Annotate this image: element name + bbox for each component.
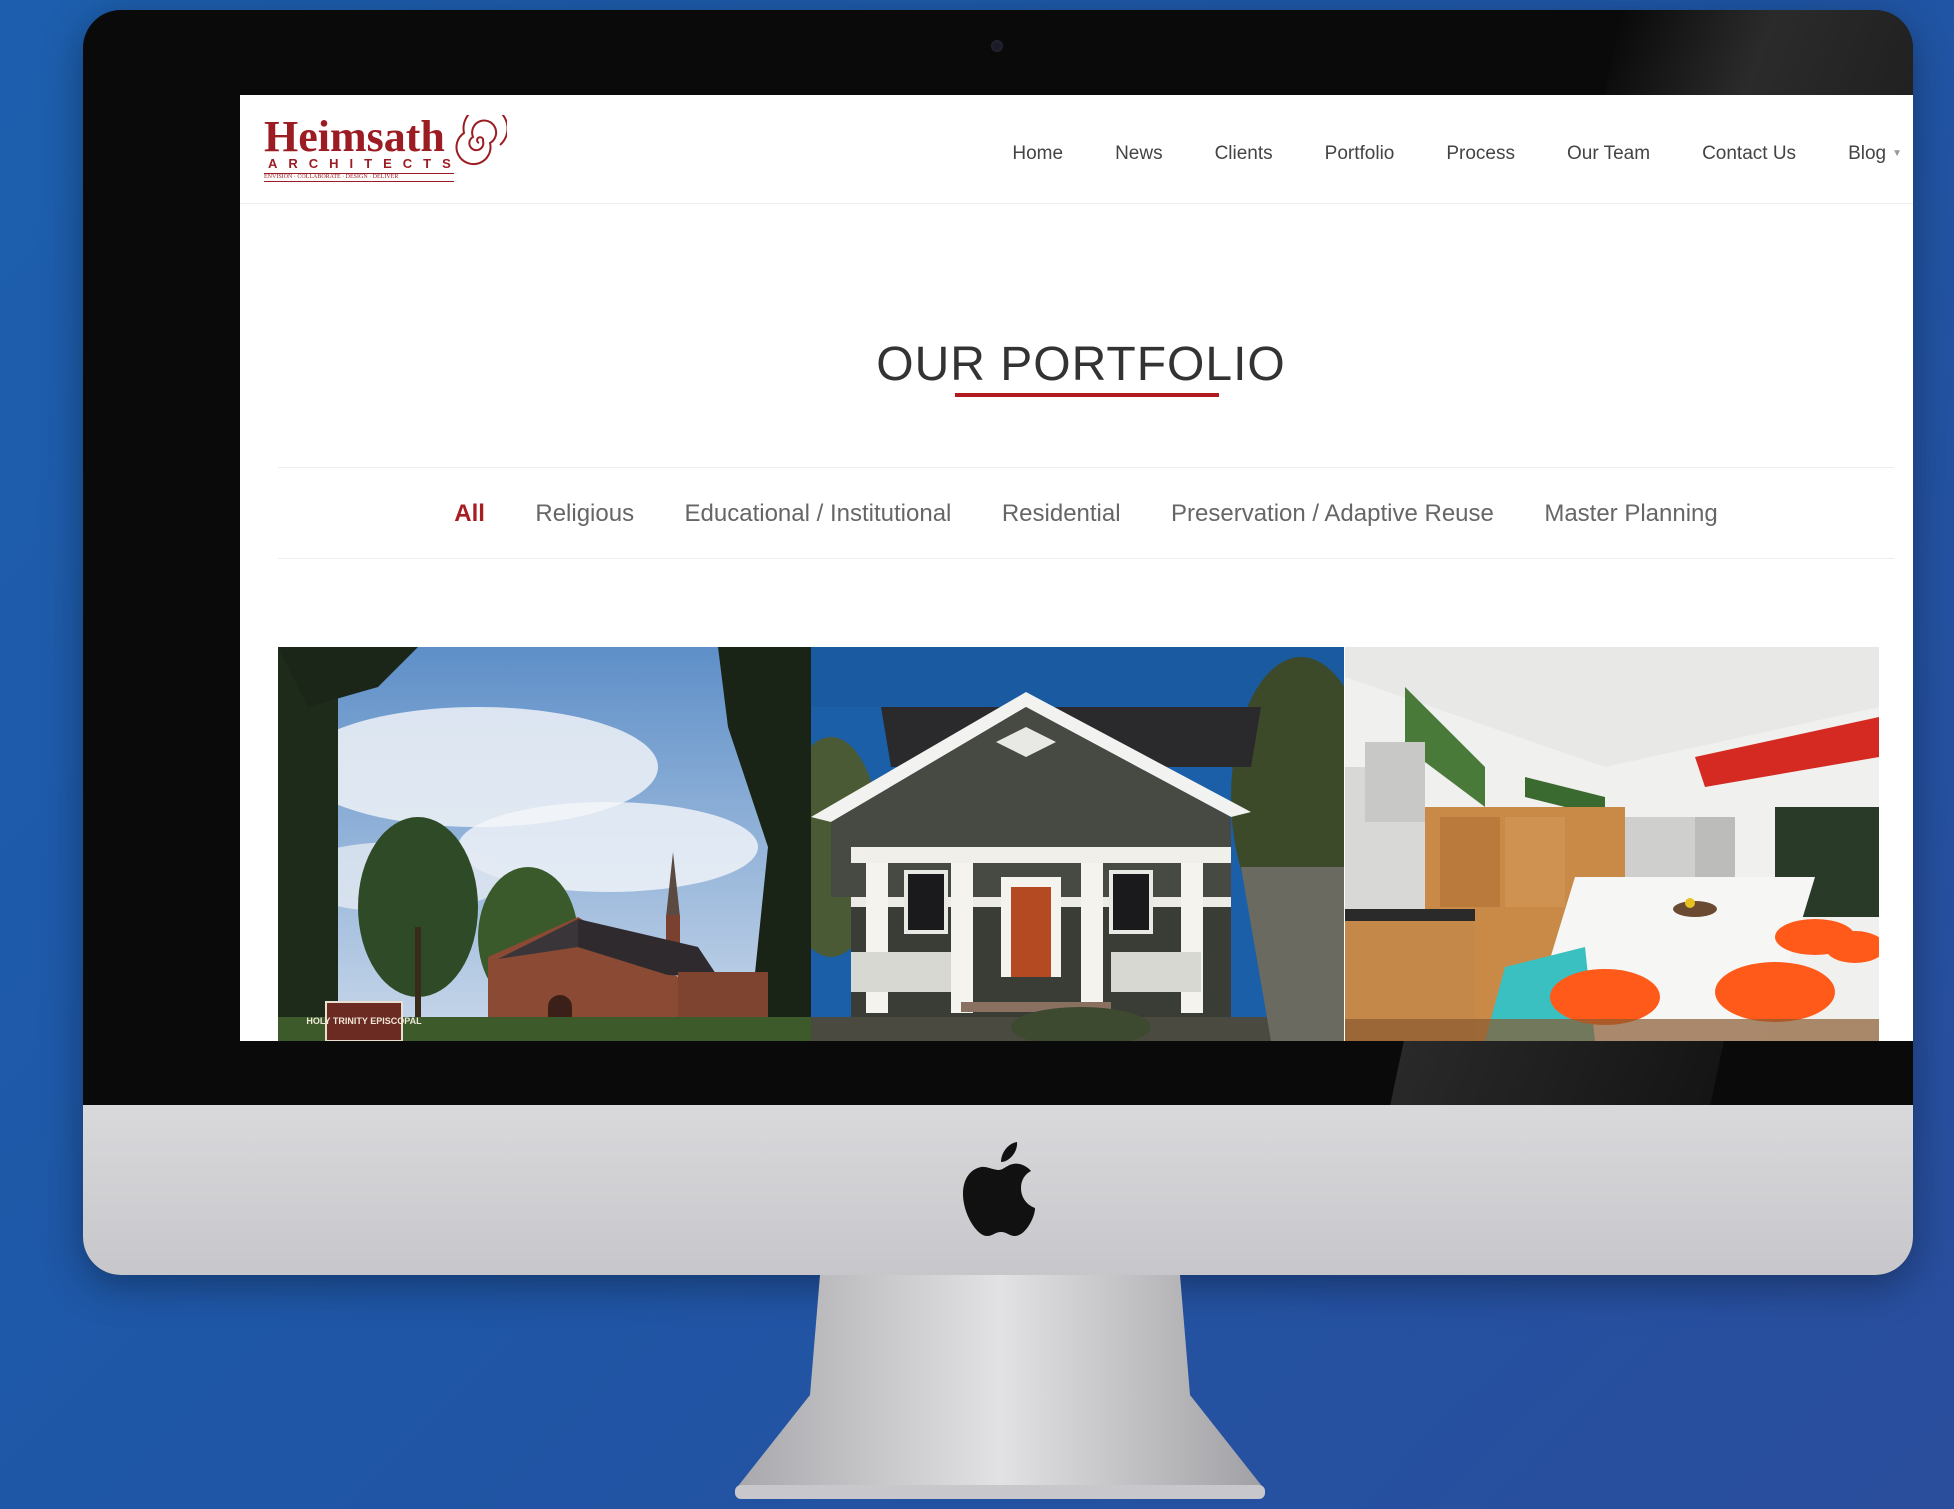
filter-religious[interactable]: Religious	[535, 500, 634, 528]
nav-portfolio[interactable]: Portfolio	[1325, 143, 1395, 165]
imac-stand	[735, 1275, 1265, 1499]
nav-clients[interactable]: Clients	[1215, 143, 1273, 165]
kitchen-image	[1345, 647, 1879, 1041]
church-sign-text: HOLY TRINITY EPISCOPAL	[306, 1016, 422, 1026]
filter-educational[interactable]: Educational / Institutional	[685, 500, 952, 528]
heimsath-logo[interactable]: Heimsath ARCHITECTS ENVISION · COLLABORA…	[264, 113, 509, 185]
spiral-icon	[455, 115, 507, 166]
logo-tagline: ENVISION · COLLABORATE · DESIGN · DELIVE…	[264, 173, 454, 182]
portfolio-item-kitchen[interactable]	[1345, 647, 1879, 1041]
portfolio-gallery: HOLY TRINITY EPISCOPAL	[278, 647, 1879, 1041]
nav-our-team[interactable]: Our Team	[1567, 143, 1650, 165]
church-image: HOLY TRINITY EPISCOPAL	[278, 647, 811, 1041]
main-nav: Home News Clients Portfolio Process Our …	[960, 143, 1902, 165]
filter-list: All Religious Educational / Institutiona…	[278, 500, 1894, 528]
house-image	[811, 647, 1344, 1041]
filter-all[interactable]: All	[454, 500, 485, 528]
nav-blog-label: Blog	[1848, 143, 1887, 165]
portfolio-item-church[interactable]: HOLY TRINITY EPISCOPAL	[278, 647, 811, 1041]
nav-news[interactable]: News	[1115, 143, 1163, 165]
filter-master-planning[interactable]: Master Planning	[1544, 500, 1717, 528]
title-underline	[955, 393, 1219, 397]
portfolio-item-house[interactable]	[811, 647, 1344, 1041]
filter-preservation[interactable]: Preservation / Adaptive Reuse	[1171, 500, 1494, 528]
imac-monitor: Heimsath ARCHITECTS ENVISION · COLLABORA…	[83, 10, 1913, 1275]
nav-home[interactable]: Home	[1012, 143, 1063, 165]
page-title: OUR PORTFOLIO	[876, 338, 1286, 392]
camera-icon	[991, 40, 1003, 52]
logo-subtitle: ARCHITECTS	[268, 156, 462, 171]
portfolio-filter-bar: All Religious Educational / Institutiona…	[278, 467, 1894, 559]
filter-residential[interactable]: Residential	[1002, 500, 1121, 528]
nav-contact-us[interactable]: Contact Us	[1702, 143, 1796, 165]
logo-wordmark: Heimsath	[264, 112, 445, 161]
chevron-down-icon: ▼	[1892, 148, 1902, 159]
apple-logo-icon	[963, 1142, 1035, 1236]
site-header: Heimsath ARCHITECTS ENVISION · COLLABORA…	[240, 95, 1913, 204]
nav-process[interactable]: Process	[1446, 143, 1515, 165]
browser-screen: Heimsath ARCHITECTS ENVISION · COLLABORA…	[240, 95, 1913, 1041]
nav-blog[interactable]: Blog ▼	[1848, 143, 1902, 165]
